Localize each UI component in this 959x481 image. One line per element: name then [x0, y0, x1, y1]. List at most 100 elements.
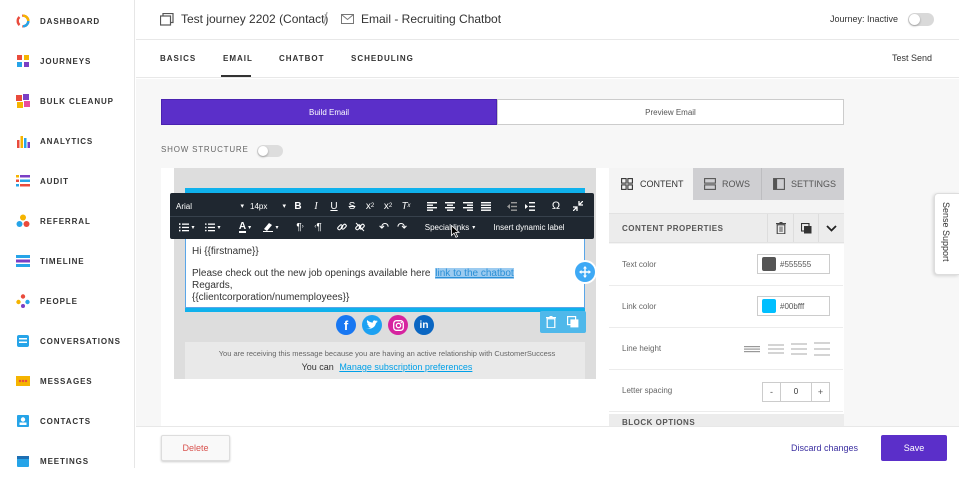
- build-email-label: Build Email: [308, 107, 349, 117]
- tab-chatbot[interactable]: CHATBOT: [279, 54, 325, 63]
- test-send-button[interactable]: Test Send: [892, 53, 932, 63]
- clear-format-icon[interactable]: Tx: [398, 196, 414, 216]
- panel-tab-content-label: CONTENT: [640, 179, 684, 189]
- line-height-relaxed-icon[interactable]: [791, 343, 807, 355]
- block-actions: [540, 311, 586, 333]
- align-center-icon[interactable]: [442, 196, 458, 216]
- align-right-icon[interactable]: [460, 196, 476, 216]
- tab-email[interactable]: EMAIL: [223, 54, 253, 63]
- special-links-label: Special links: [424, 222, 470, 232]
- sidebar-item-label: MESSAGES: [40, 376, 93, 386]
- align-left-icon[interactable]: [424, 196, 440, 216]
- sidebar-item-referral[interactable]: REFERRAL: [0, 201, 135, 241]
- insert-dynamic-label-button[interactable]: Insert dynamic label: [488, 217, 570, 237]
- block-delete-icon[interactable]: [546, 316, 556, 328]
- show-structure-label: SHOW STRUCTURE: [161, 145, 249, 154]
- linkedin-icon[interactable]: in: [414, 315, 434, 335]
- letter-spacing-value[interactable]: 0: [781, 383, 811, 401]
- sidebar-item-analytics[interactable]: ANALYTICS: [0, 121, 135, 161]
- line-height-label: Line height: [622, 344, 662, 353]
- special-character-icon[interactable]: Ω: [548, 196, 564, 216]
- letter-spacing-decrement[interactable]: -: [763, 383, 781, 401]
- sense-support-tab[interactable]: Sense Support: [934, 193, 959, 275]
- font-size-value: 14px: [250, 201, 268, 211]
- undo-icon[interactable]: ↶: [376, 217, 392, 237]
- letter-spacing-row: Letter spacing - 0 +: [609, 370, 843, 412]
- sidebar-item-conversations[interactable]: CONVERSATIONS: [0, 321, 135, 361]
- outdent-icon[interactable]: [504, 196, 520, 216]
- move-handle[interactable]: [575, 262, 595, 282]
- sidebar-item-timeline[interactable]: TIMELINE: [0, 241, 135, 281]
- align-justify-icon[interactable]: [478, 196, 494, 216]
- tab-basics[interactable]: BASICS: [160, 54, 196, 63]
- content-duplicate-button[interactable]: [793, 214, 818, 242]
- chatbot-link[interactable]: link to the chatbot: [435, 268, 514, 279]
- subscript-icon[interactable]: x2: [380, 196, 396, 216]
- sidebar-item-dashboard[interactable]: DASHBOARD: [0, 1, 135, 41]
- panel-tab-rows[interactable]: ROWS: [693, 168, 761, 200]
- manage-subscription-link[interactable]: Manage subscription preferences: [339, 362, 472, 372]
- block-duplicate-icon[interactable]: [567, 316, 579, 328]
- content-collapse-button[interactable]: [818, 214, 844, 242]
- save-button[interactable]: Save: [881, 435, 947, 461]
- timeline-icon: [16, 255, 30, 267]
- strikethrough-icon[interactable]: S: [344, 196, 360, 216]
- twitter-icon[interactable]: [362, 315, 382, 335]
- block-options-header[interactable]: BLOCK OPTIONS: [609, 414, 844, 426]
- delete-button[interactable]: Delete: [161, 435, 230, 461]
- journey-status-toggle[interactable]: [908, 13, 934, 26]
- font-size-select[interactable]: 14px ▾: [250, 196, 288, 216]
- save-label: Save: [903, 443, 925, 453]
- bullet-list-icon[interactable]: ▾: [202, 217, 224, 237]
- email-footer-area: [185, 342, 585, 379]
- sidebar-item-people[interactable]: PEOPLE: [0, 281, 135, 321]
- bold-icon[interactable]: B: [290, 196, 306, 216]
- text-color-icon[interactable]: A ▾: [234, 217, 256, 237]
- letter-spacing-increment[interactable]: +: [811, 383, 829, 401]
- superscript-icon[interactable]: x2: [362, 196, 378, 216]
- email-title[interactable]: Email - Recruiting Chatbot: [361, 12, 501, 26]
- highlight-color-icon[interactable]: ▾: [260, 217, 282, 237]
- sidebar-item-label: JOURNEYS: [40, 56, 92, 66]
- facebook-icon[interactable]: f: [336, 315, 356, 335]
- content-delete-button[interactable]: [767, 214, 793, 242]
- link-icon[interactable]: [334, 217, 350, 237]
- collapse-icon[interactable]: [570, 196, 586, 216]
- sidebar-item-label: BULK CLEANUP: [40, 96, 114, 106]
- ltr-icon[interactable]: ¶ ›: [292, 217, 308, 237]
- special-links-dropdown[interactable]: Special links ▾: [418, 217, 482, 237]
- underline-icon[interactable]: U: [326, 196, 342, 216]
- social-icons: f in: [336, 315, 436, 335]
- panel-tab-settings[interactable]: SETTINGS: [761, 168, 844, 200]
- tab-scheduling[interactable]: SCHEDULING: [351, 54, 414, 63]
- journey-title[interactable]: Test journey 2202 (Contact): [181, 12, 328, 26]
- numbered-list-icon[interactable]: ▾: [176, 217, 198, 237]
- camera-glyph: [392, 319, 404, 331]
- indent-icon[interactable]: [522, 196, 538, 216]
- italic-icon[interactable]: I: [308, 196, 324, 216]
- sidebar-item-messages[interactable]: MESSAGES: [0, 361, 135, 401]
- line-height-loose-icon[interactable]: [814, 342, 830, 356]
- font-family-select[interactable]: Arial ▾: [176, 196, 246, 216]
- unlink-icon[interactable]: [352, 217, 368, 237]
- show-structure-toggle[interactable]: [257, 145, 283, 157]
- sidebar-item-contacts[interactable]: CONTACTS: [0, 401, 135, 441]
- sidebar-item-journeys[interactable]: JOURNEYS: [0, 41, 135, 81]
- text-editor-box[interactable]: Hi {{firstname}} Please check out the ne…: [185, 236, 585, 308]
- text-color-picker[interactable]: #555555: [757, 254, 830, 274]
- sidebar-item-bulk-cleanup[interactable]: BULK CLEANUP: [0, 81, 135, 121]
- redo-icon[interactable]: ↷: [394, 217, 410, 237]
- sidebar-item-meetings[interactable]: MEETINGS: [0, 441, 135, 481]
- line-height-tight-icon[interactable]: [744, 345, 760, 353]
- email-regards: Regards,: [192, 280, 233, 291]
- build-email-button[interactable]: Build Email: [161, 99, 497, 125]
- discard-changes-button[interactable]: Discard changes: [791, 443, 858, 453]
- link-color-picker[interactable]: #00bfff: [757, 296, 830, 316]
- preview-email-button[interactable]: Preview Email: [497, 99, 844, 125]
- line-height-normal-icon[interactable]: [768, 344, 784, 354]
- sidebar-item-audit[interactable]: AUDIT: [0, 161, 135, 201]
- properties-list: Text color #555555 Link color #00bfff Li…: [609, 244, 844, 414]
- rtl-icon[interactable]: ‹ ¶: [310, 217, 326, 237]
- panel-tab-content[interactable]: CONTENT: [609, 168, 693, 200]
- instagram-icon[interactable]: [388, 315, 408, 335]
